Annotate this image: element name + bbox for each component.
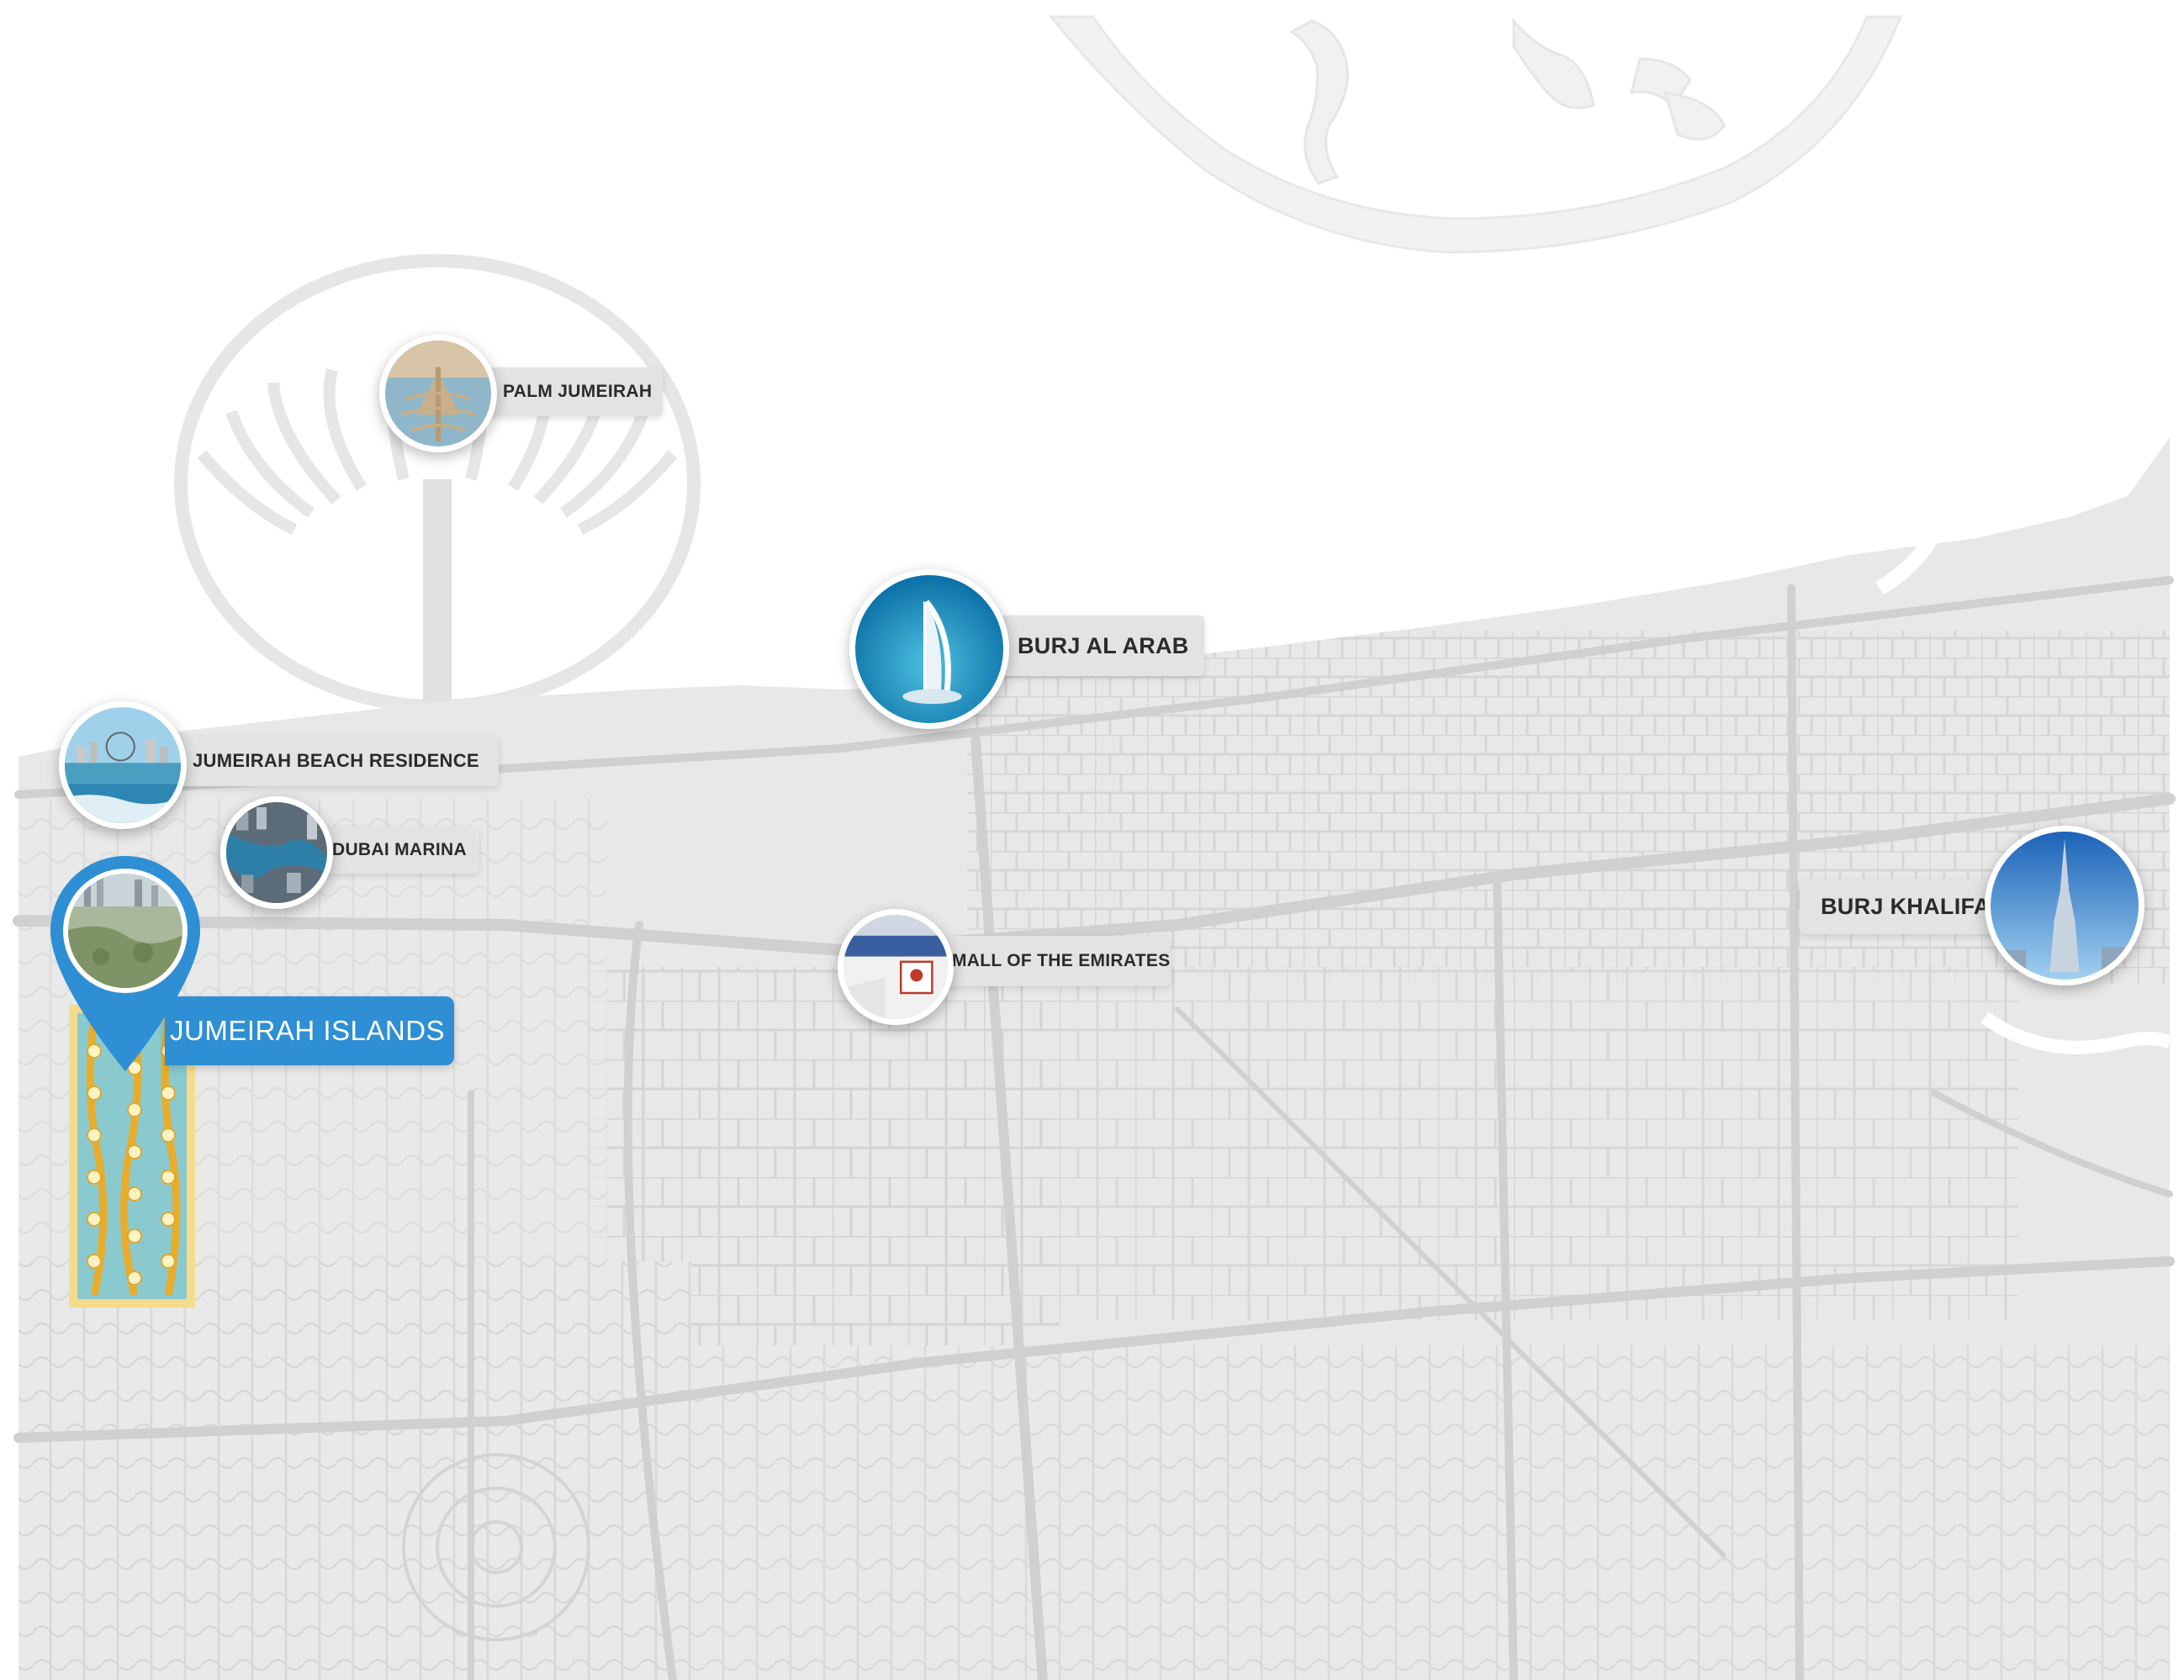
marina-photo[interactable] <box>220 796 333 909</box>
map-pin-icon[interactable] <box>50 856 200 1071</box>
map-canvas[interactable]: PALM JUMEIRAH BURJ AL ARAB JUMEIRAH BEAC… <box>0 0 2184 1680</box>
beach-photo[interactable] <box>59 701 187 829</box>
selected-location-label[interactable]: JUMEIRAH ISLANDS <box>165 996 454 1065</box>
burj-al-arab-photo[interactable] <box>849 569 1009 729</box>
palm-photo[interactable] <box>379 335 497 452</box>
burj-khalifa-photo[interactable] <box>1985 826 2144 985</box>
landmark-label[interactable]: JUMEIRAH BEACH RESIDENCE <box>172 736 499 786</box>
landmark-label[interactable]: BURJ KHALIFA <box>1800 879 2002 934</box>
mall-photo[interactable] <box>838 909 954 1025</box>
landmark-label[interactable]: PALM JUMEIRAH <box>471 367 663 416</box>
landmark-label[interactable]: BURJ AL ARAB <box>992 615 1204 676</box>
landmark-label[interactable]: DUBAI MARINA <box>311 827 479 874</box>
landmark-label[interactable]: MALL OF THE EMIRATES <box>925 936 1171 986</box>
